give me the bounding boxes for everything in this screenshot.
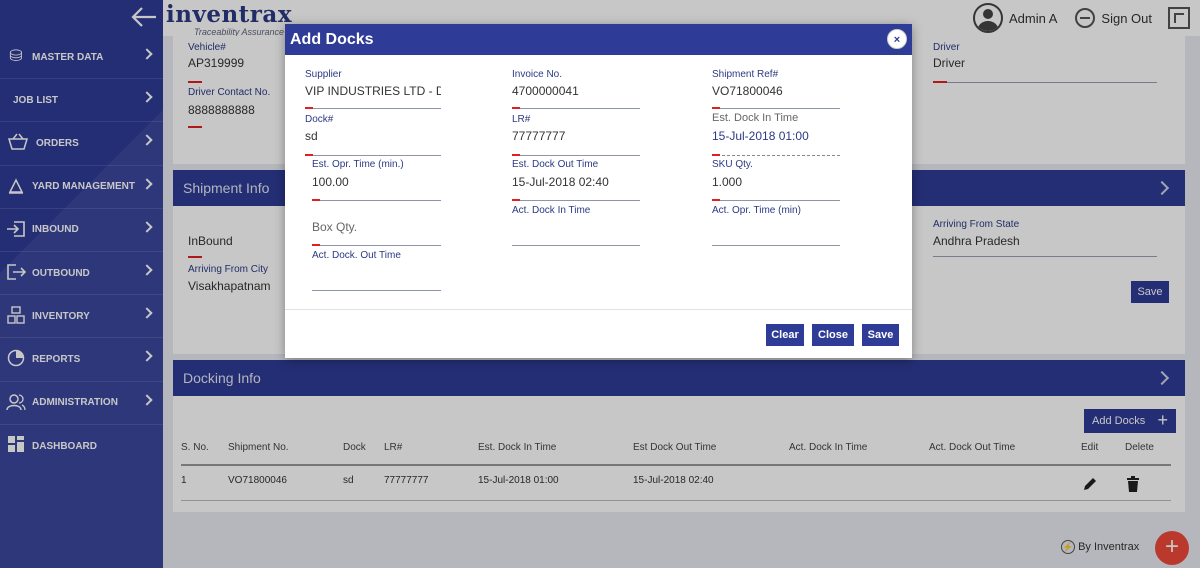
field-underline-accent xyxy=(512,154,520,156)
lr-field[interactable]: 77777777 xyxy=(512,129,565,143)
field-underline xyxy=(712,200,840,201)
supplier-label: Supplier xyxy=(305,69,342,80)
field-underline-accent xyxy=(312,244,320,246)
shipment-ref-label: Shipment Ref# xyxy=(712,69,779,80)
field-underline-accent xyxy=(712,107,720,109)
field-underline-accent xyxy=(305,154,313,156)
box-qty-placeholder[interactable]: Box Qty. xyxy=(312,220,357,234)
est-dock-out-label: Est. Dock Out Time xyxy=(512,159,599,170)
add-docks-modal: Add Docks × Supplier VIP INDUSTRIES LTD … xyxy=(285,24,912,358)
act-opr-time-field[interactable] xyxy=(712,245,840,246)
field-underline xyxy=(712,108,840,109)
field-underline-accent xyxy=(512,107,520,109)
est-opr-time-label: Est. Opr. Time (min.) xyxy=(312,159,404,170)
act-dock-in-field[interactable] xyxy=(512,245,640,246)
act-dock-in-label: Act. Dock In Time xyxy=(512,205,591,216)
modal-footer-divider xyxy=(285,309,912,310)
est-dock-in-field[interactable]: 15-Jul-2018 01:00 xyxy=(712,129,809,143)
close-icon[interactable]: × xyxy=(887,29,907,49)
sku-qty-label: SKU Qty. xyxy=(712,159,753,170)
close-button[interactable]: Close xyxy=(812,324,854,346)
field-underline-accent xyxy=(512,199,520,201)
est-dock-out-field[interactable]: 15-Jul-2018 02:40 xyxy=(512,175,609,189)
sku-qty-field[interactable]: 1.000 xyxy=(712,175,742,189)
field-underline xyxy=(512,155,640,156)
act-dock-out-field[interactable] xyxy=(312,290,441,291)
modal-header: Add Docks × xyxy=(285,24,912,55)
act-opr-time-label: Act. Opr. Time (min) xyxy=(712,205,801,216)
invoice-label: Invoice No. xyxy=(512,69,563,80)
est-dock-in-label: Est. Dock In Time xyxy=(712,112,799,124)
act-dock-out-label: Act. Dock. Out Time xyxy=(312,250,401,261)
field-underline xyxy=(512,108,640,109)
clear-button[interactable]: Clear xyxy=(766,324,804,346)
field-underline xyxy=(305,155,441,156)
lr-label: LR# xyxy=(512,114,531,125)
field-underline xyxy=(312,245,441,246)
field-underline xyxy=(512,200,640,201)
dock-label: Dock# xyxy=(305,114,334,125)
field-underline xyxy=(305,108,441,109)
field-underline xyxy=(312,200,441,201)
supplier-field[interactable]: VIP INDUSTRIES LTD - DI xyxy=(305,84,441,98)
invoice-field[interactable]: 4700000041 xyxy=(512,84,579,98)
field-underline-dashed xyxy=(712,155,840,156)
est-opr-time-field[interactable]: 100.00 xyxy=(312,175,349,189)
shipment-ref-field[interactable]: VO71800046 xyxy=(712,84,783,98)
field-underline-accent xyxy=(712,154,720,156)
field-underline-accent xyxy=(305,107,313,109)
save-button[interactable]: Save xyxy=(862,324,899,346)
dock-field[interactable]: sd xyxy=(305,129,318,143)
field-underline-accent xyxy=(312,199,320,201)
modal-title: Add Docks xyxy=(290,31,374,48)
field-underline-accent xyxy=(712,199,720,201)
